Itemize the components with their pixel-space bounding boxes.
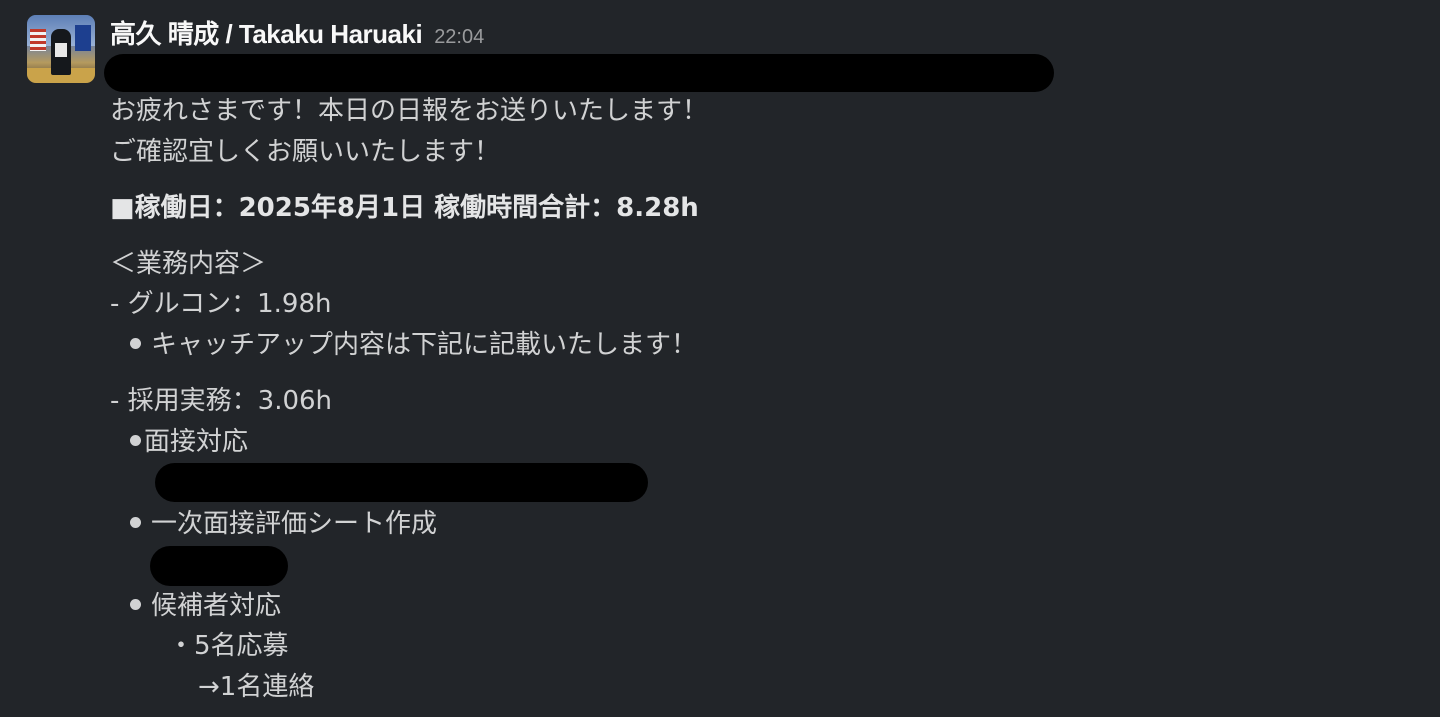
greeting-line-2: ご確認宜しくお願いいたします！ (110, 137, 501, 167)
user-avatar[interactable] (27, 15, 95, 83)
avatar-flag-right (75, 25, 91, 51)
redacted-mention (104, 54, 1054, 92)
task-2-sub-item-1: ・5名応募 (168, 631, 289, 661)
task-2-bullet-1-item: 面接対応 (130, 424, 248, 460)
bullet-icon (130, 338, 141, 349)
task-2-bullet-3-text: 候補者対応 (151, 591, 282, 621)
task-2-bullet-1-text: 面接対応 (144, 427, 249, 457)
task-1-bullet-text: キャッチアップ内容は下記に記載いたします！ (151, 330, 698, 360)
task-1-title: - グルコン：1.98h (110, 289, 332, 319)
redacted-detail-1 (155, 463, 648, 502)
work-summary: ■稼働日：2025年8月1日 稼働時間合計：8.28h (110, 193, 699, 223)
sender-name[interactable]: 高久 晴成 / Takaku Haruaki (110, 14, 423, 51)
bullet-icon (130, 599, 141, 610)
task-2-bullet-2-item: 一次面接評価シート作成 (130, 506, 437, 542)
avatar-flag-left (30, 29, 46, 51)
redacted-detail-2 (150, 546, 288, 586)
section-heading: ＜業務内容＞ (110, 249, 267, 279)
bullet-icon (130, 517, 141, 528)
task-2-title: - 採用実務：3.06h (110, 386, 333, 416)
message-timestamp[interactable]: 22:04 (434, 26, 484, 49)
greeting-line-1: お疲れさまです！本日の日報をお送りいたします！ (110, 96, 709, 126)
task-2-bullet-3-item: 候補者対応 (130, 588, 281, 624)
task-2-bullet-2-text: 一次面接評価シート作成 (151, 509, 438, 539)
avatar-shirt (55, 43, 67, 57)
task-2-sub-item-2: →1名連絡 (198, 672, 315, 702)
message-header: 高久 晴成 / Takaku Haruaki 22:04 (110, 14, 484, 51)
bullet-icon (130, 435, 141, 446)
task-1-bullet-item: キャッチアップ内容は下記に記載いたします！ (130, 327, 697, 363)
